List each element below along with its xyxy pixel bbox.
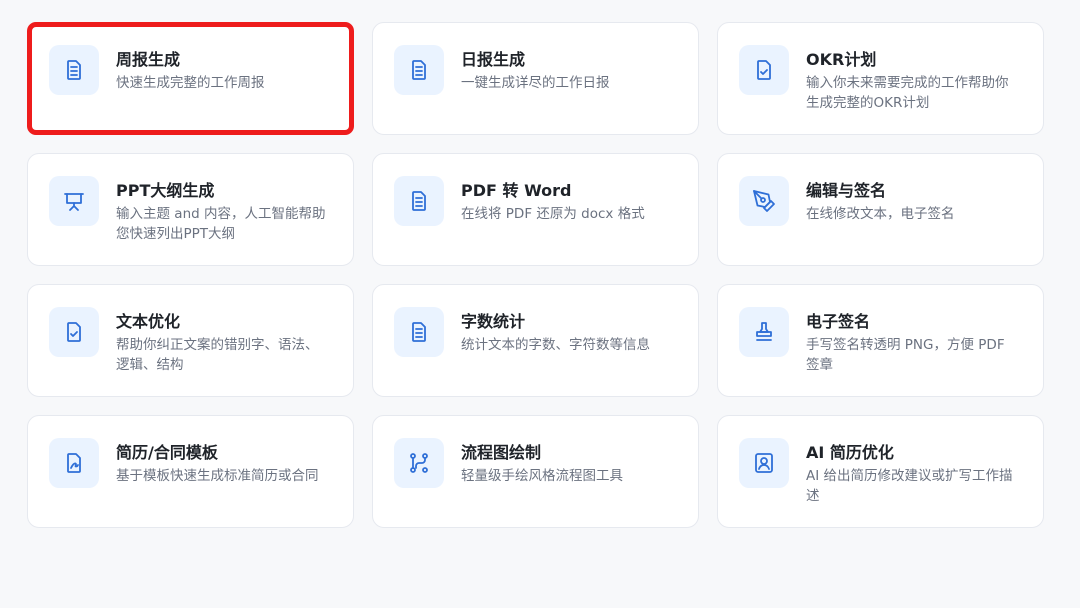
card-resume-contract-template[interactable]: 简历/合同模板 基于模板快速生成标准简历或合同 [27, 415, 354, 528]
card-description: 手写签名转透明 PNG，方便 PDF 签章 [806, 337, 1005, 373]
flow-icon [394, 438, 444, 488]
card-description: 快速生成完整的工作周报 [116, 75, 265, 91]
card-description: 帮助你纠正文案的错别字、语法、逻辑、结构 [116, 337, 319, 373]
card-description: 轻量级手绘风格流程图工具 [461, 468, 623, 484]
card-title: 流程图绘制 [461, 443, 542, 462]
card-description: 输入你未来需要完成的工作帮助你生成完整的OKR计划 [806, 75, 1009, 111]
card-title: 周报生成 [116, 50, 181, 69]
card-title: 日报生成 [461, 50, 526, 69]
card-e-signature[interactable]: 电子签名 手写签名转透明 PNG，方便 PDF 签章 [717, 284, 1044, 397]
card-title: 字数统计 [461, 312, 526, 331]
card-ppt-outline[interactable]: PPT大纲生成 输入主题 and 内容，人工智能帮助您快速列出PPT大纲 [27, 153, 354, 266]
card-ai-resume-optimize[interactable]: AI 简历优化 AI 给出简历修改建议或扩写工作描述 [717, 415, 1044, 528]
card-title: PDF 转 Word [461, 181, 572, 200]
card-edit-and-sign[interactable]: 编辑与签名 在线修改文本，电子签名 [717, 153, 1044, 266]
card-description: 一键生成详尽的工作日报 [461, 75, 610, 91]
card-text-optimize[interactable]: 文本优化 帮助你纠正文案的错别字、语法、逻辑、结构 [27, 284, 354, 397]
file-signature-icon [49, 438, 99, 488]
card-description: 基于模板快速生成标准简历或合同 [116, 468, 319, 484]
card-title: 电子签名 [806, 312, 871, 331]
document-icon [49, 45, 99, 95]
card-description: AI 给出简历修改建议或扩写工作描述 [806, 468, 1013, 504]
card-word-count[interactable]: 字数统计 统计文本的字数、字符数等信息 [372, 284, 699, 397]
card-description: 在线将 PDF 还原为 docx 格式 [461, 206, 645, 222]
card-title: OKR计划 [806, 50, 877, 69]
document-check-icon [49, 307, 99, 357]
card-description: 在线修改文本，电子签名 [806, 206, 955, 222]
card-flowchart[interactable]: 流程图绘制 轻量级手绘风格流程图工具 [372, 415, 699, 528]
pen-nib-icon [739, 176, 789, 226]
card-title: 文本优化 [116, 312, 181, 331]
stamp-icon [739, 307, 789, 357]
card-title: 简历/合同模板 [116, 443, 218, 462]
card-title: 编辑与签名 [806, 181, 887, 200]
user-portrait-icon [739, 438, 789, 488]
tool-grid: 周报生成 快速生成完整的工作周报 日报生成 一键生成详尽的工作日报 OKR计划 … [27, 22, 1044, 528]
card-okr-plan[interactable]: OKR计划 输入你未来需要完成的工作帮助你生成完整的OKR计划 [717, 22, 1044, 135]
card-description: 统计文本的字数、字符数等信息 [461, 337, 650, 353]
document-icon [394, 176, 444, 226]
document-icon [394, 307, 444, 357]
card-title: AI 简历优化 [806, 443, 894, 462]
card-title: PPT大纲生成 [116, 181, 215, 200]
card-pdf-to-word[interactable]: PDF 转 Word 在线将 PDF 还原为 docx 格式 [372, 153, 699, 266]
presentation-icon [49, 176, 99, 226]
document-check-icon [739, 45, 789, 95]
card-description: 输入主题 and 内容，人工智能帮助您快速列出PPT大纲 [116, 206, 326, 242]
card-daily-report[interactable]: 日报生成 一键生成详尽的工作日报 [372, 22, 699, 135]
card-weekly-report[interactable]: 周报生成 快速生成完整的工作周报 [27, 22, 354, 135]
document-icon [394, 45, 444, 95]
